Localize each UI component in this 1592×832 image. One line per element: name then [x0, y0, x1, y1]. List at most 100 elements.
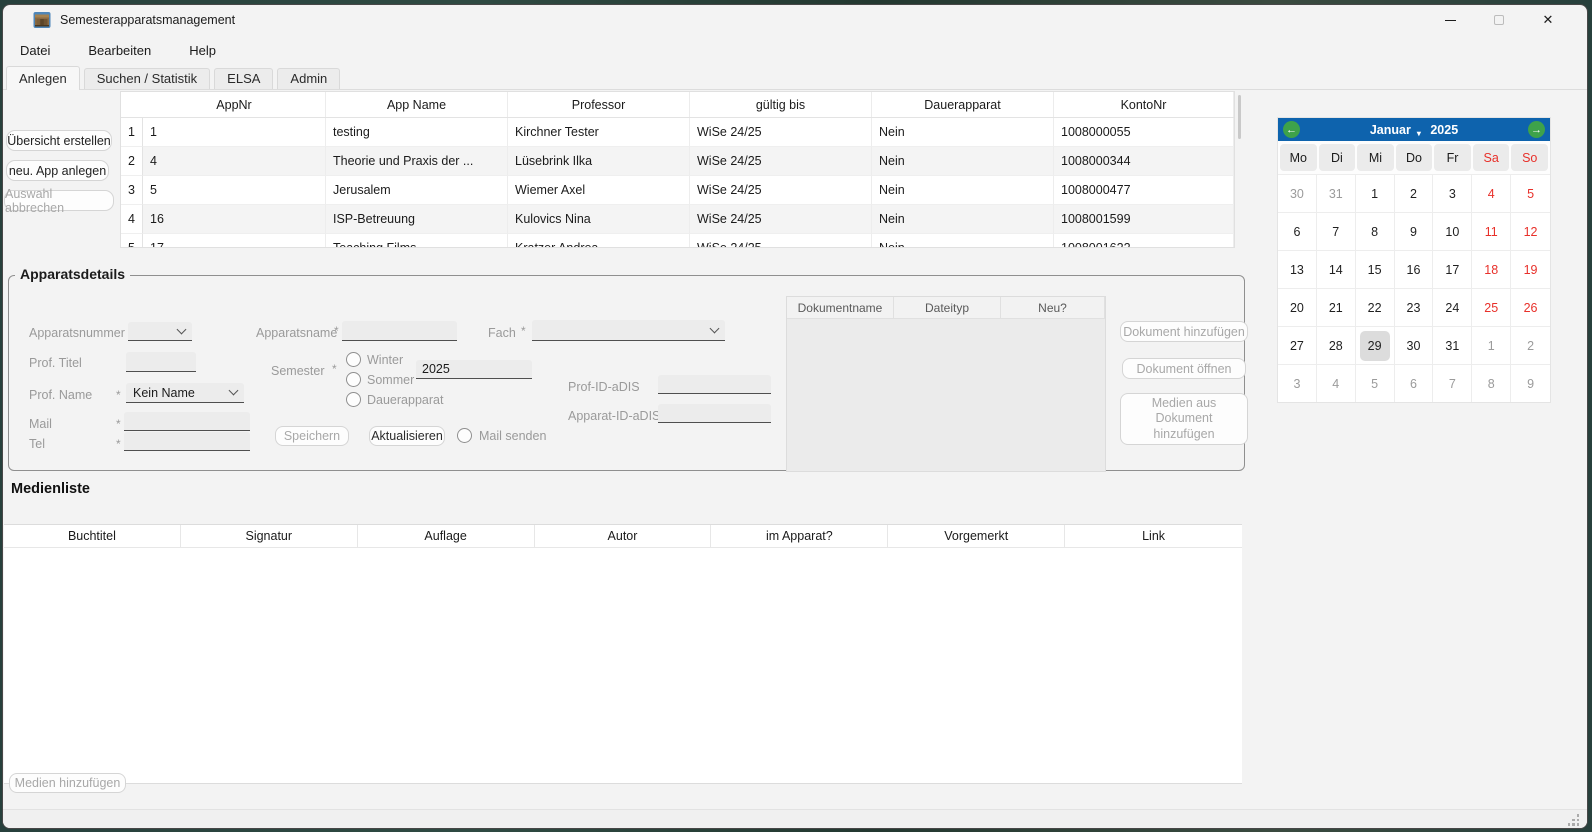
calendar-day[interactable]: 15 [1356, 250, 1395, 288]
resize-grip-icon[interactable] [1567, 814, 1579, 826]
tab-anlegen[interactable]: Anlegen [6, 66, 80, 90]
col-neu[interactable]: Neu? [1001, 297, 1105, 318]
apparat-id-adis-input[interactable] [658, 404, 771, 423]
calendar-day[interactable]: 5 [1511, 174, 1550, 212]
prof-titel-input[interactable] [126, 352, 196, 372]
col-professor[interactable]: Professor [508, 92, 690, 117]
minimize-button[interactable] [1427, 5, 1473, 35]
calendar-day[interactable]: 7 [1317, 212, 1356, 250]
winter-radio[interactable] [346, 352, 361, 367]
calendar-day[interactable]: 18 [1472, 250, 1511, 288]
calendar-day[interactable]: 2 [1511, 326, 1550, 364]
medien-hinzufuegen-button[interactable]: Medien hinzufügen [9, 773, 126, 793]
calendar-day[interactable]: 20 [1278, 288, 1317, 326]
calendar-day[interactable]: 28 [1317, 326, 1356, 364]
calendar-day[interactable]: 25 [1472, 288, 1511, 326]
mail-senden-checkbox[interactable] [457, 428, 472, 443]
sommer-radio[interactable] [346, 372, 361, 387]
table-row[interactable]: 11testingKirchner TesterWiSe 24/25Nein10… [121, 118, 1234, 147]
calendar-year[interactable]: 2025 [1430, 123, 1458, 137]
calendar-day[interactable]: 4 [1472, 174, 1511, 212]
table-row[interactable]: 517Teaching FilmsKratzer AndreaWiSe 24/2… [121, 234, 1234, 248]
calendar-day[interactable]: 26 [1511, 288, 1550, 326]
calendar-day[interactable]: 14 [1317, 250, 1356, 288]
next-month-button[interactable]: → [1528, 121, 1545, 138]
calendar-day[interactable]: 16 [1395, 250, 1434, 288]
aktualisieren-button[interactable]: Aktualisieren [369, 426, 445, 446]
tab-admin[interactable]: Admin [277, 68, 340, 89]
calendar-day[interactable]: 8 [1472, 364, 1511, 402]
calendar-day[interactable]: 9 [1395, 212, 1434, 250]
calendar-day[interactable]: 17 [1433, 250, 1472, 288]
col-im-apparat[interactable]: im Apparat? [711, 525, 888, 547]
close-button[interactable]: ✕ [1525, 5, 1571, 35]
col-signatur[interactable]: Signatur [181, 525, 358, 547]
calendar-day[interactable]: 27 [1278, 326, 1317, 364]
col-appnr[interactable]: AppNr [143, 92, 326, 117]
menu-bearbeiten[interactable]: Bearbeiten [75, 39, 164, 62]
calendar-day[interactable]: 23 [1395, 288, 1434, 326]
calendar-day[interactable]: 7 [1433, 364, 1472, 402]
calendar-day[interactable]: 6 [1278, 212, 1317, 250]
col-buchtitel[interactable]: Buchtitel [4, 525, 181, 547]
semester-year-input[interactable] [416, 360, 532, 379]
calendar-day[interactable]: 22 [1356, 288, 1395, 326]
table-row[interactable]: 24Theorie und Praxis der ...Lüsebrink Il… [121, 147, 1234, 176]
maximize-button[interactable] [1476, 5, 1522, 35]
fach-combobox[interactable] [532, 320, 725, 341]
calendar-day[interactable]: 12 [1511, 212, 1550, 250]
medien-table[interactable]: Buchtitel Signatur Auflage Autor im Appa… [4, 524, 1242, 784]
col-link[interactable]: Link [1065, 525, 1242, 547]
col-dateityp[interactable]: Dateityp [894, 297, 1001, 318]
dokument-oeffnen-button[interactable]: Dokument öffnen [1122, 358, 1246, 379]
col-app-name[interactable]: App Name [326, 92, 508, 117]
menu-datei[interactable]: Datei [7, 39, 63, 62]
calendar-day[interactable]: 2 [1395, 174, 1434, 212]
mail-input[interactable] [124, 412, 250, 431]
calendar-day[interactable]: 30 [1395, 326, 1434, 364]
col-auflage[interactable]: Auflage [358, 525, 535, 547]
calendar-day[interactable]: 13 [1278, 250, 1317, 288]
dauerapparat-radio[interactable] [346, 392, 361, 407]
col-gueltig-bis[interactable]: gültig bis [690, 92, 872, 117]
dokument-hinzufuegen-button[interactable]: Dokument hinzufügen [1120, 321, 1248, 342]
table-scrollbar[interactable] [1238, 95, 1241, 139]
medien-aus-dokument-button[interactable]: Medien aus Dokument hinzufügen [1120, 393, 1248, 445]
calendar-day[interactable]: 9 [1511, 364, 1550, 402]
tab-elsa[interactable]: ELSA [214, 68, 273, 89]
calendar-day[interactable]: 8 [1356, 212, 1395, 250]
col-dauerapparat[interactable]: Dauerapparat [872, 92, 1054, 117]
calendar-month[interactable]: Januar [1370, 123, 1411, 137]
calendar-day[interactable]: 30 [1278, 174, 1317, 212]
apparat-table[interactable]: AppNr App Name Professor gültig bis Daue… [120, 91, 1235, 248]
calendar-day[interactable]: 19 [1511, 250, 1550, 288]
calendar-day[interactable]: 1 [1356, 174, 1395, 212]
calendar-day[interactable]: 21 [1317, 288, 1356, 326]
calendar-day[interactable]: 5 [1356, 364, 1395, 402]
calendar-title[interactable]: Januar▾ 2025 [1367, 123, 1461, 137]
apparatsnummer-combobox[interactable] [128, 322, 192, 341]
col-autor[interactable]: Autor [535, 525, 712, 547]
table-row[interactable]: 416ISP-BetreuungKulovics NinaWiSe 24/25N… [121, 205, 1234, 234]
calendar-day[interactable]: 11 [1472, 212, 1511, 250]
calendar-day[interactable]: 6 [1395, 364, 1434, 402]
neue-app-anlegen-button[interactable]: neu. App anlegen [6, 160, 109, 181]
previous-month-button[interactable]: ← [1283, 121, 1300, 138]
documents-table[interactable]: Dokumentname Dateityp Neu? [786, 296, 1106, 472]
col-kontonr[interactable]: KontoNr [1054, 92, 1234, 117]
calendar-day[interactable]: 10 [1433, 212, 1472, 250]
calendar-day[interactable]: 31 [1433, 326, 1472, 364]
col-dokumentname[interactable]: Dokumentname [787, 297, 894, 318]
calendar-day[interactable]: 3 [1433, 174, 1472, 212]
calendar-day[interactable]: 3 [1278, 364, 1317, 402]
col-vorgemerkt[interactable]: Vorgemerkt [888, 525, 1065, 547]
prof-name-combobox[interactable]: Kein Name [126, 383, 244, 403]
table-row[interactable]: 35JerusalemWiemer AxelWiSe 24/25Nein1008… [121, 176, 1234, 205]
calendar-day[interactable]: 1 [1472, 326, 1511, 364]
calendar-day[interactable]: 4 [1317, 364, 1356, 402]
calendar-day-today[interactable]: 29 [1356, 326, 1395, 364]
calendar-day[interactable]: 31 [1317, 174, 1356, 212]
auswahl-abbrechen-button[interactable]: Auswahl abbrechen [4, 190, 114, 211]
tab-suchen-statistik[interactable]: Suchen / Statistik [84, 68, 210, 89]
uebersicht-erstellen-button[interactable]: Übersicht erstellen [6, 130, 112, 151]
